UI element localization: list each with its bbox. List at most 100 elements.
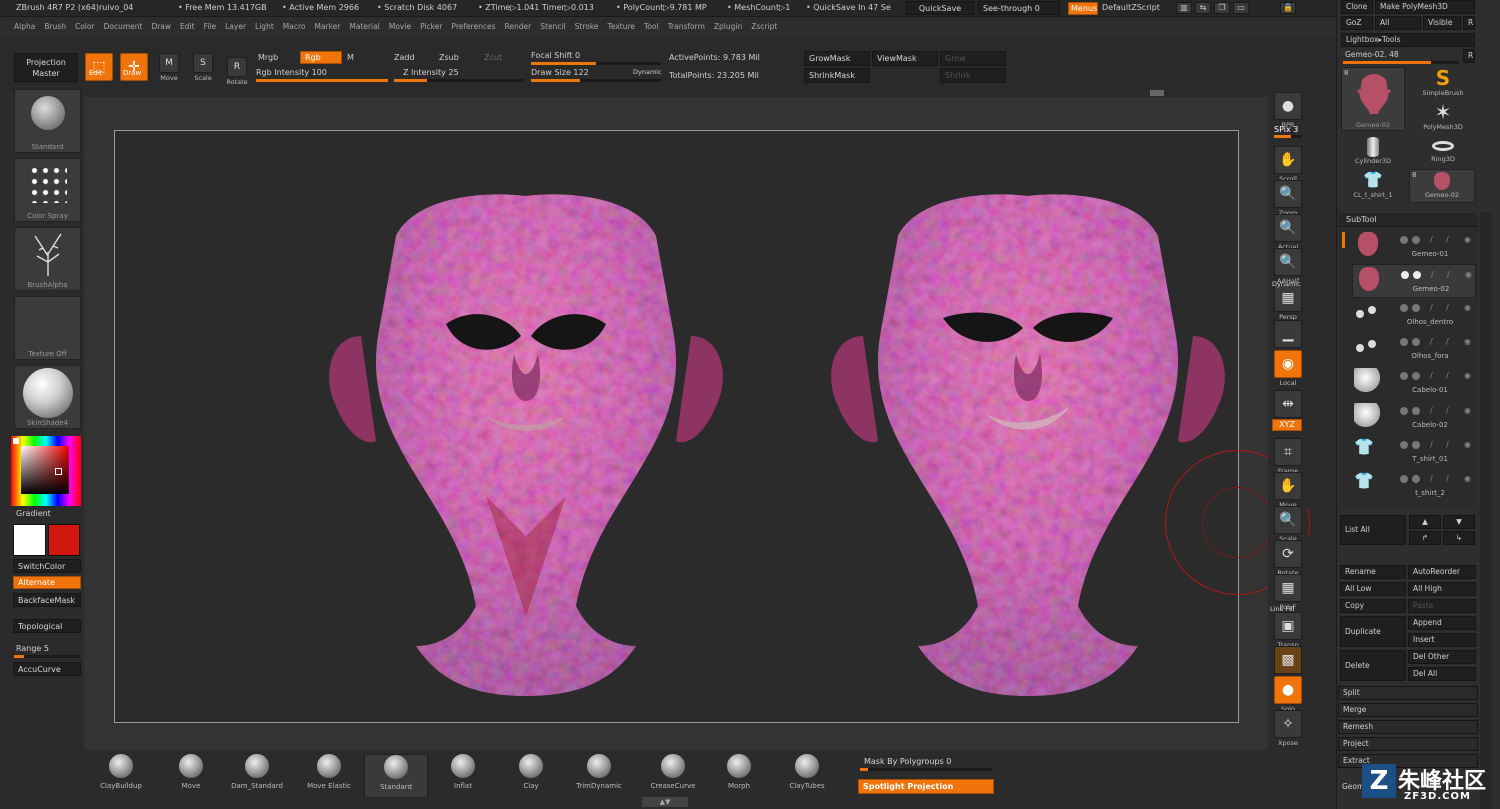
document-viewport[interactable]: [114, 130, 1239, 723]
subtool-toggle-icon[interactable]: [1401, 271, 1409, 279]
xyz-button[interactable]: XYZ: [1272, 419, 1302, 431]
switchcolor-button[interactable]: SwitchColor: [13, 559, 81, 573]
subtool-toggle-icon[interactable]: ∕: [1430, 236, 1440, 244]
projection-master-button[interactable]: Projection Master: [14, 53, 78, 82]
focal-shift-slider[interactable]: [531, 62, 661, 65]
spix-slider[interactable]: SPix 3: [1274, 125, 1298, 134]
subtool-toggle-icon[interactable]: [1400, 372, 1408, 380]
duplicate-button[interactable]: Duplicate: [1340, 616, 1406, 647]
growmask-button[interactable]: GrowMask: [804, 51, 870, 66]
lock-icon[interactable]: 🔒: [1280, 2, 1296, 14]
scroll-button[interactable]: ✋ Scroll: [1271, 146, 1305, 183]
subtool-toggle-icon[interactable]: [1413, 271, 1421, 279]
texture-selector[interactable]: Texture Off: [14, 296, 81, 360]
mrgb-button[interactable]: Mrgb: [258, 53, 278, 62]
project-section[interactable]: Project: [1338, 737, 1478, 751]
material-selector[interactable]: SkinShade4: [14, 365, 81, 429]
menu-texture[interactable]: Texture: [608, 17, 635, 37]
color-picker[interactable]: [11, 436, 81, 506]
tool-thumb-cl-t-shirt[interactable]: 👕 CL_t_shirt_1: [1341, 169, 1405, 203]
subtool-row[interactable]: ∕ ∕ ◉ Gemeo-01: [1352, 230, 1476, 264]
stroke-selector[interactable]: Color Spray: [14, 158, 81, 222]
color-cursor[interactable]: [55, 468, 62, 475]
subtool-row[interactable]: ∕ ∕ ◉ Cabelo-01: [1352, 366, 1476, 400]
window-icon[interactable]: ❐: [1214, 2, 1230, 14]
zadd-button[interactable]: Zadd: [394, 53, 415, 62]
visibility-eye-icon[interactable]: ◉: [1464, 475, 1474, 483]
default-zscript[interactable]: DefaultZScript: [1102, 3, 1160, 12]
visibility-eye-icon[interactable]: ◉: [1464, 338, 1474, 346]
scale-button[interactable]: 🔍 Scale: [1271, 506, 1305, 543]
topological-button[interactable]: Topological: [13, 619, 81, 633]
menu-document[interactable]: Document: [104, 17, 143, 37]
subtool-toggle-icon[interactable]: [1412, 441, 1420, 449]
subtool-toggle-icon[interactable]: ∕: [1430, 407, 1440, 415]
subtool-toggle-icon[interactable]: ∕: [1446, 372, 1456, 380]
z-intensity-slider[interactable]: [394, 79, 524, 82]
menu-stencil[interactable]: Stencil: [540, 17, 565, 37]
visibility-eye-icon[interactable]: ◉: [1464, 304, 1474, 312]
lightbox-tools-button[interactable]: Lightbox▸Tools: [1341, 33, 1475, 47]
menus-button[interactable]: Menus: [1068, 2, 1098, 15]
split-section[interactable]: Split: [1338, 686, 1478, 700]
panel-scrollbar[interactable]: [1480, 212, 1492, 809]
draw-size-slider[interactable]: [531, 79, 661, 82]
subtool-toggle-icon[interactable]: [1412, 304, 1420, 312]
subtool-toggle-icon[interactable]: ∕: [1446, 236, 1456, 244]
dynamic-button[interactable]: Dynamic: [633, 68, 662, 76]
spix-track[interactable]: [1274, 135, 1302, 138]
subtool-toggle-icon[interactable]: ∕: [1446, 441, 1456, 449]
menu-picker[interactable]: Picker: [420, 17, 442, 37]
frame-button[interactable]: ⌗ Frame: [1271, 438, 1305, 475]
subtool-header[interactable]: SubTool: [1338, 213, 1478, 227]
menu-color[interactable]: Color: [75, 17, 95, 37]
subtool-row[interactable]: ∕ ∕ ◉ Gemeo-02: [1352, 264, 1476, 298]
subtool-toggle-icon[interactable]: [1400, 407, 1408, 415]
grow-button[interactable]: Grow: [940, 51, 1006, 66]
alpha-selector[interactable]: BrushAlpha: [14, 227, 81, 291]
subtool-toggle-icon[interactable]: [1412, 236, 1420, 244]
rgb-intensity-slider[interactable]: [256, 79, 388, 82]
subtool-row[interactable]: ∕ ∕ ◉ Olhos_fora: [1352, 332, 1476, 366]
brush-claybuildup[interactable]: ClayBuildup: [90, 754, 152, 798]
subtool-toggle-icon[interactable]: ∕: [1431, 271, 1441, 279]
zsub-button[interactable]: Zsub: [439, 53, 459, 62]
subtool-toggle-icon[interactable]: ∕: [1446, 338, 1456, 346]
head-model-left[interactable]: [329, 194, 723, 696]
minimize-icon[interactable]: ▭: [1233, 2, 1249, 14]
visibility-eye-icon[interactable]: ◉: [1464, 236, 1474, 244]
subtool-toggle-icon[interactable]: [1400, 338, 1408, 346]
menu-preferences[interactable]: Preferences: [451, 17, 495, 37]
brush-claytubes[interactable]: ClayTubes: [776, 754, 838, 798]
subtool-row[interactable]: 👕 ∕ ∕ ◉ T_shirt_01: [1352, 435, 1476, 469]
all-low-button[interactable]: All Low: [1340, 582, 1406, 596]
m-button[interactable]: M: [347, 53, 354, 62]
make-polymesh-button[interactable]: Make PolyMesh3D: [1375, 0, 1475, 14]
subtool-toggle-icon[interactable]: [1400, 441, 1408, 449]
range-slider[interactable]: [14, 655, 80, 658]
head-model-right[interactable]: [831, 194, 1225, 696]
visibility-eye-icon[interactable]: ◉: [1464, 407, 1474, 415]
quicksave-button[interactable]: QuickSave: [906, 1, 974, 15]
tool-r-button[interactable]: R: [1463, 49, 1475, 63]
current-tool-track[interactable]: [1343, 61, 1459, 64]
sculpt-models[interactable]: [115, 131, 1239, 723]
menu-file[interactable]: File: [204, 17, 217, 37]
visibility-eye-icon[interactable]: ◉: [1464, 441, 1474, 449]
goz-button[interactable]: GoZ: [1341, 16, 1373, 30]
menu-edit[interactable]: Edit: [180, 17, 195, 37]
tool-thumb-polymesh3d[interactable]: ✶ PolyMesh3D: [1412, 101, 1474, 135]
secondary-color-swatch[interactable]: [48, 524, 80, 556]
subtool-toggle-icon[interactable]: [1400, 236, 1408, 244]
solo-button[interactable]: ● Solo: [1271, 676, 1305, 713]
accucurve-button[interactable]: AccuCurve: [13, 662, 81, 676]
rename-button[interactable]: Rename: [1340, 565, 1406, 579]
subtool-toggle-icon[interactable]: ∕: [1446, 304, 1456, 312]
subtool-toggle-icon[interactable]: [1400, 304, 1408, 312]
subtool-row[interactable]: ∕ ∕ ◉ Cabelo-02: [1352, 401, 1476, 435]
append-button[interactable]: Append: [1408, 616, 1476, 630]
subtool-toggle-icon[interactable]: [1412, 338, 1420, 346]
goz-all-button[interactable]: All: [1375, 16, 1421, 30]
subtool-scroll-handle[interactable]: [1342, 232, 1345, 248]
bpr-button[interactable]: ● BPR: [1271, 92, 1305, 129]
